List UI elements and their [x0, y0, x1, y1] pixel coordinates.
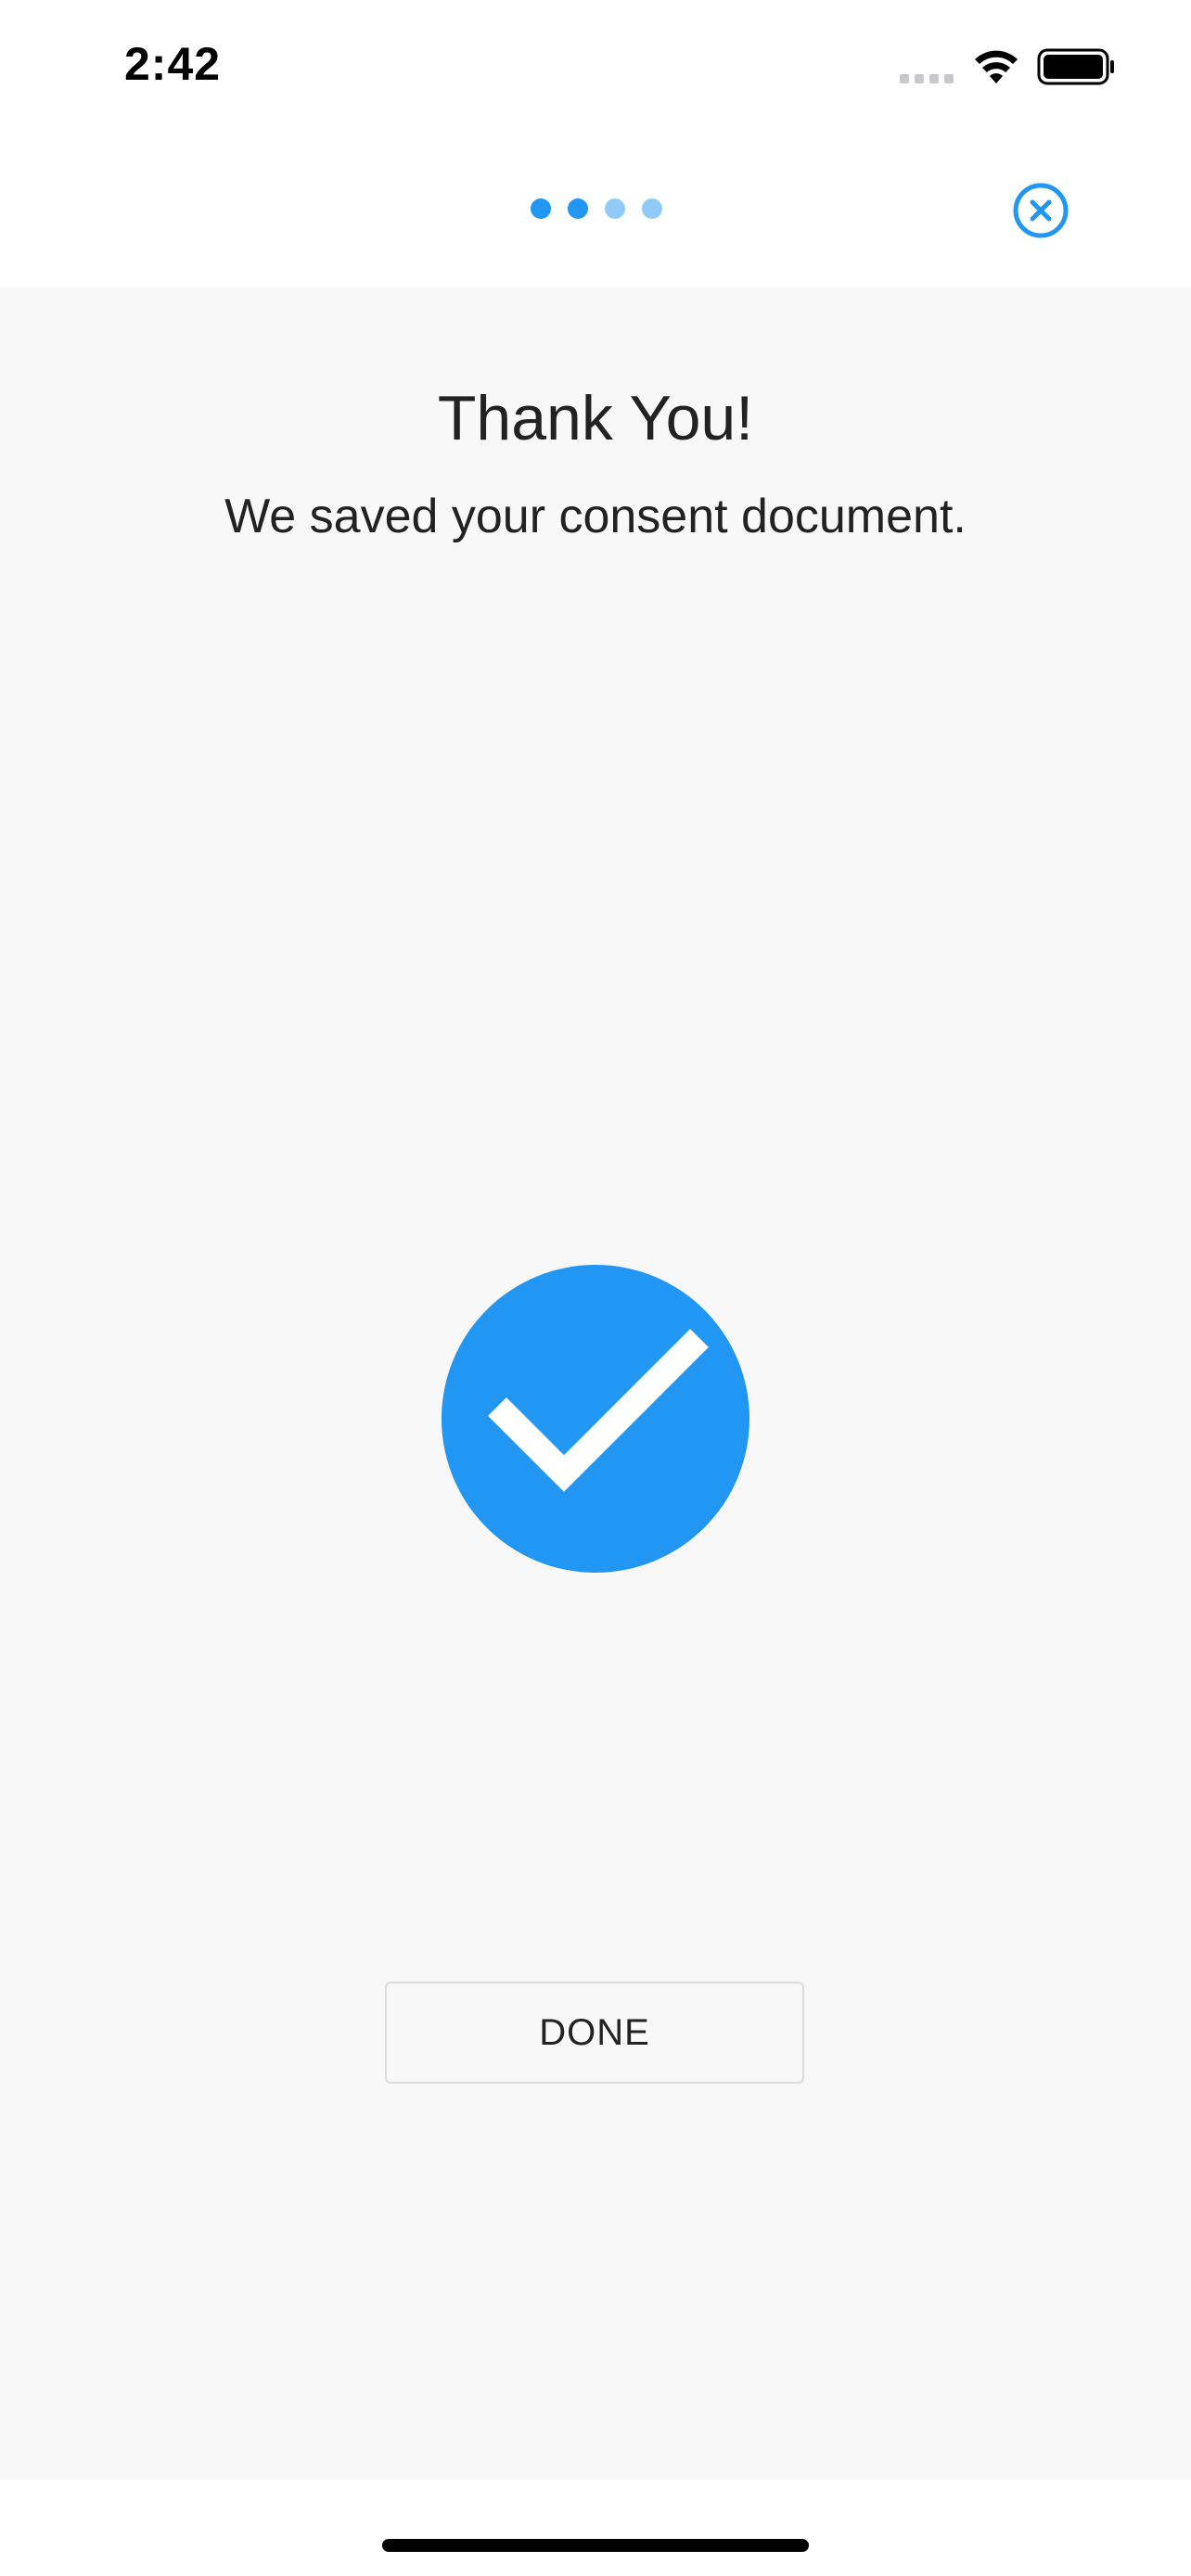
battery-icon: [1037, 48, 1114, 85]
wifi-icon: [975, 50, 1018, 83]
close-icon[interactable]: [1012, 182, 1069, 239]
status-bar: 2:42: [0, 0, 1191, 139]
progress-dot-4: [642, 198, 662, 219]
done-button[interactable]: DONE: [385, 1982, 804, 2084]
page-title: Thank You!: [437, 383, 754, 453]
progress-dot-3: [605, 198, 625, 219]
progress-dot-1: [531, 198, 551, 219]
check-circle-icon: [442, 1265, 749, 1573]
progress-dots: [531, 198, 662, 219]
bottom-safe-area: [0, 2480, 1191, 2576]
status-time: 2:42: [124, 38, 222, 90]
progress-dot-2: [568, 198, 588, 219]
confirmation-message: We saved your consent document.: [224, 490, 967, 543]
home-indicator[interactable]: [382, 2539, 809, 2552]
cellular-signal-icon: [900, 74, 954, 83]
